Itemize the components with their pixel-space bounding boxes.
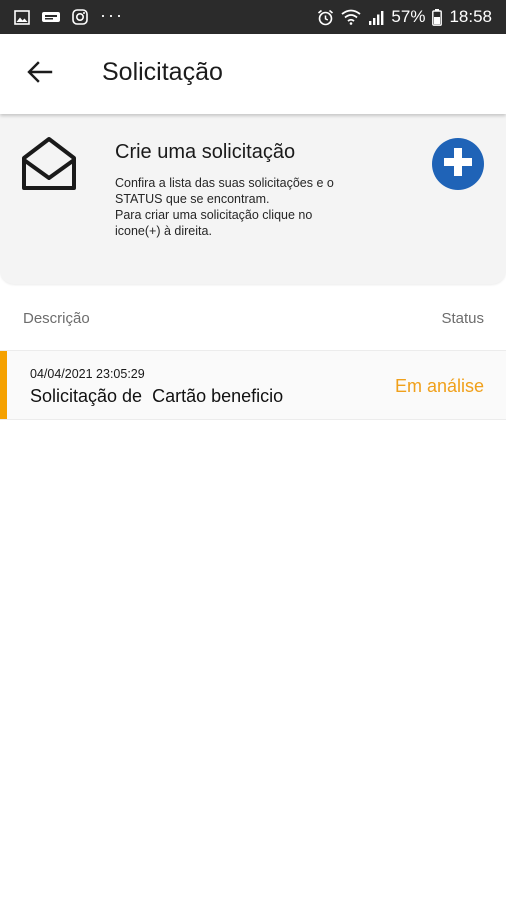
alarm-icon xyxy=(317,9,334,26)
request-row[interactable]: 04/04/2021 23:05:29 Solicitação de Cartã… xyxy=(0,350,506,420)
card-description: Confira a lista das suas solicitações e … xyxy=(115,176,334,238)
row-status-accent xyxy=(0,351,7,419)
open-envelope-icon xyxy=(20,136,78,197)
column-header-status: Status xyxy=(441,310,484,327)
status-bar-right: 57% 18:58 xyxy=(310,7,492,27)
clock-time: 18:58 xyxy=(449,7,492,26)
battery-percent: 57% xyxy=(391,7,426,26)
status-bar-left: ··· xyxy=(14,5,136,25)
column-header-description: Descrição xyxy=(23,310,90,327)
info-card: Crie uma solicitação Confira a lista das… xyxy=(0,114,506,284)
request-title: Solicitação de Cartão beneficio xyxy=(30,386,284,406)
signal-icon xyxy=(368,10,384,25)
instagram-icon xyxy=(72,9,88,25)
list-header: Descrição Status xyxy=(0,300,506,336)
back-button[interactable] xyxy=(20,54,60,94)
brand-app-icon xyxy=(42,11,60,23)
wifi-icon xyxy=(341,9,361,25)
battery-icon xyxy=(432,8,443,26)
plus-circle-icon xyxy=(443,147,473,182)
arrow-left-icon xyxy=(27,60,53,88)
status-bar: ··· 57% 18:58 xyxy=(0,0,506,34)
request-status: Em análise xyxy=(394,376,484,396)
card-title: Crie uma solicitação xyxy=(115,141,296,163)
app-bar: Solicitação xyxy=(0,34,506,114)
gallery-icon xyxy=(14,9,30,25)
page-title: Solicitação xyxy=(102,58,223,86)
request-date: 04/04/2021 23:05:29 xyxy=(30,367,145,381)
add-request-button[interactable] xyxy=(432,138,484,190)
more-notifications-dots: ··· xyxy=(100,5,124,25)
